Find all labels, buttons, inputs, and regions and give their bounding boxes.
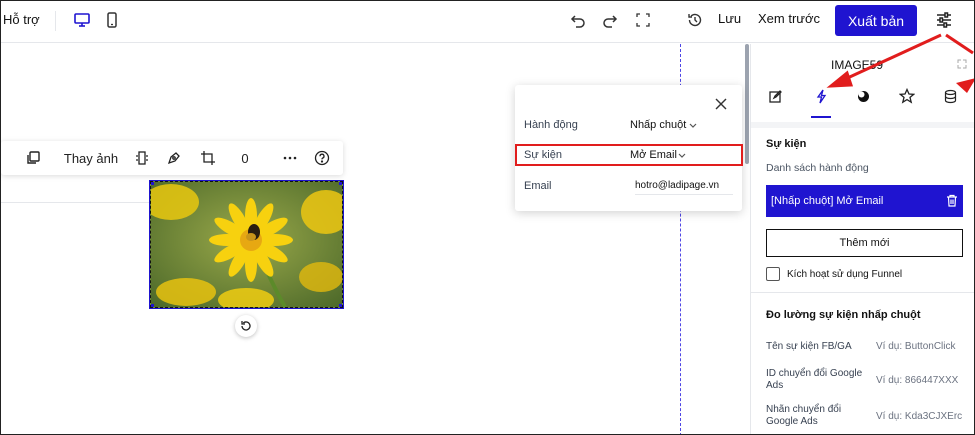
add-new-button[interactable]: Thêm mới: [766, 229, 963, 257]
email-row: Email hotro@ladipage.vn: [515, 176, 742, 198]
action-item-label: [Nhấp chuột] Mở Email: [771, 195, 884, 207]
settings-sliders-icon[interactable]: [933, 9, 955, 31]
event-highlight-box: [515, 144, 743, 166]
database-icon[interactable]: [940, 86, 960, 106]
panel-separator: [751, 292, 974, 293]
email-label: Email: [524, 180, 552, 192]
close-icon[interactable]: [714, 97, 728, 111]
editor-window: Hỗ trợ Lưu Xem trước Xuất bản Thay ảnh 0…: [0, 0, 975, 435]
google-ads-id-input[interactable]: Ví dụ: 866447XXX: [876, 375, 964, 386]
more-icon[interactable]: [280, 148, 300, 168]
properties-panel: IMAGE59 Sự kiện Danh sách hành động [Nhấ…: [750, 44, 974, 434]
save-button[interactable]: Lưu: [718, 11, 741, 26]
action-list-item[interactable]: [Nhấp chuột] Mở Email: [766, 185, 963, 217]
chevron-down-icon: [688, 120, 698, 130]
change-image-button[interactable]: Thay ảnh: [63, 148, 119, 168]
rotate-icon[interactable]: [235, 315, 257, 337]
redo-icon[interactable]: [599, 9, 621, 31]
history-icon[interactable]: [684, 9, 706, 31]
preview-button[interactable]: Xem trước: [758, 11, 820, 26]
image-toolbar: Thay ảnh 0: [1, 141, 343, 175]
expand-icon[interactable]: [957, 59, 967, 69]
fb-ga-event-input[interactable]: Ví dụ: ButtonClick: [876, 341, 964, 352]
rotation-value: 0: [241, 150, 249, 166]
canvas-scrollbar[interactable]: [745, 44, 749, 164]
funnel-checkbox[interactable]: [766, 267, 780, 281]
crop-icon[interactable]: [198, 148, 218, 168]
circle-icon[interactable]: [853, 86, 873, 106]
desktop-icon[interactable]: [71, 9, 93, 31]
element-title: IMAGE59: [831, 58, 884, 72]
fullscreen-icon[interactable]: [632, 9, 654, 31]
tracking-label: Nhãn chuyển đổi Google Ads: [766, 404, 842, 427]
help-icon[interactable]: [312, 148, 332, 168]
top-bar: Hỗ trợ Lưu Xem trước Xuất bản: [1, 1, 974, 43]
star-icon[interactable]: [897, 86, 917, 106]
trash-icon[interactable]: [946, 194, 958, 207]
google-ads-label-input[interactable]: Ví dụ: Kda3CJXErc: [876, 411, 964, 422]
action-type-row[interactable]: Hành động Nhấp chuột: [515, 115, 742, 137]
mobile-icon[interactable]: [101, 9, 123, 31]
lightning-icon[interactable]: [811, 86, 831, 106]
action-list-label: Danh sách hành động: [766, 162, 869, 174]
section-divider: [1, 202, 149, 203]
replace-icon[interactable]: [132, 148, 152, 168]
action-type-select[interactable]: Nhấp chuột: [630, 119, 686, 131]
pen-icon[interactable]: [164, 148, 184, 168]
tracking-label: ID chuyển đổi Google Ads: [766, 368, 863, 391]
panel-divider: [751, 122, 974, 128]
tracking-heading: Đo lường sự kiện nhấp chuột: [766, 309, 921, 321]
design-canvas[interactable]: Thay ảnh 0 Hành động Nhấp chuột Sự kiện …: [1, 44, 749, 434]
email-input[interactable]: hotro@ladipage.vn: [635, 180, 733, 195]
funnel-label: Kích hoạt sử dụng Funnel: [787, 269, 903, 280]
tracking-label: Tên sự kiện FB/GA: [766, 341, 852, 352]
events-heading: Sự kiện: [766, 138, 807, 150]
help-link[interactable]: Hỗ trợ: [3, 12, 40, 27]
layers-icon[interactable]: [23, 148, 43, 168]
resize-handle[interactable]: [151, 182, 154, 185]
flower-image[interactable]: [149, 180, 344, 309]
active-tab-indicator: [811, 116, 831, 118]
edit-icon[interactable]: [765, 86, 785, 106]
toolbar-divider: [55, 11, 56, 31]
undo-icon[interactable]: [567, 9, 589, 31]
publish-button[interactable]: Xuất bản: [835, 5, 917, 36]
action-type-label: Hành động: [524, 119, 578, 131]
